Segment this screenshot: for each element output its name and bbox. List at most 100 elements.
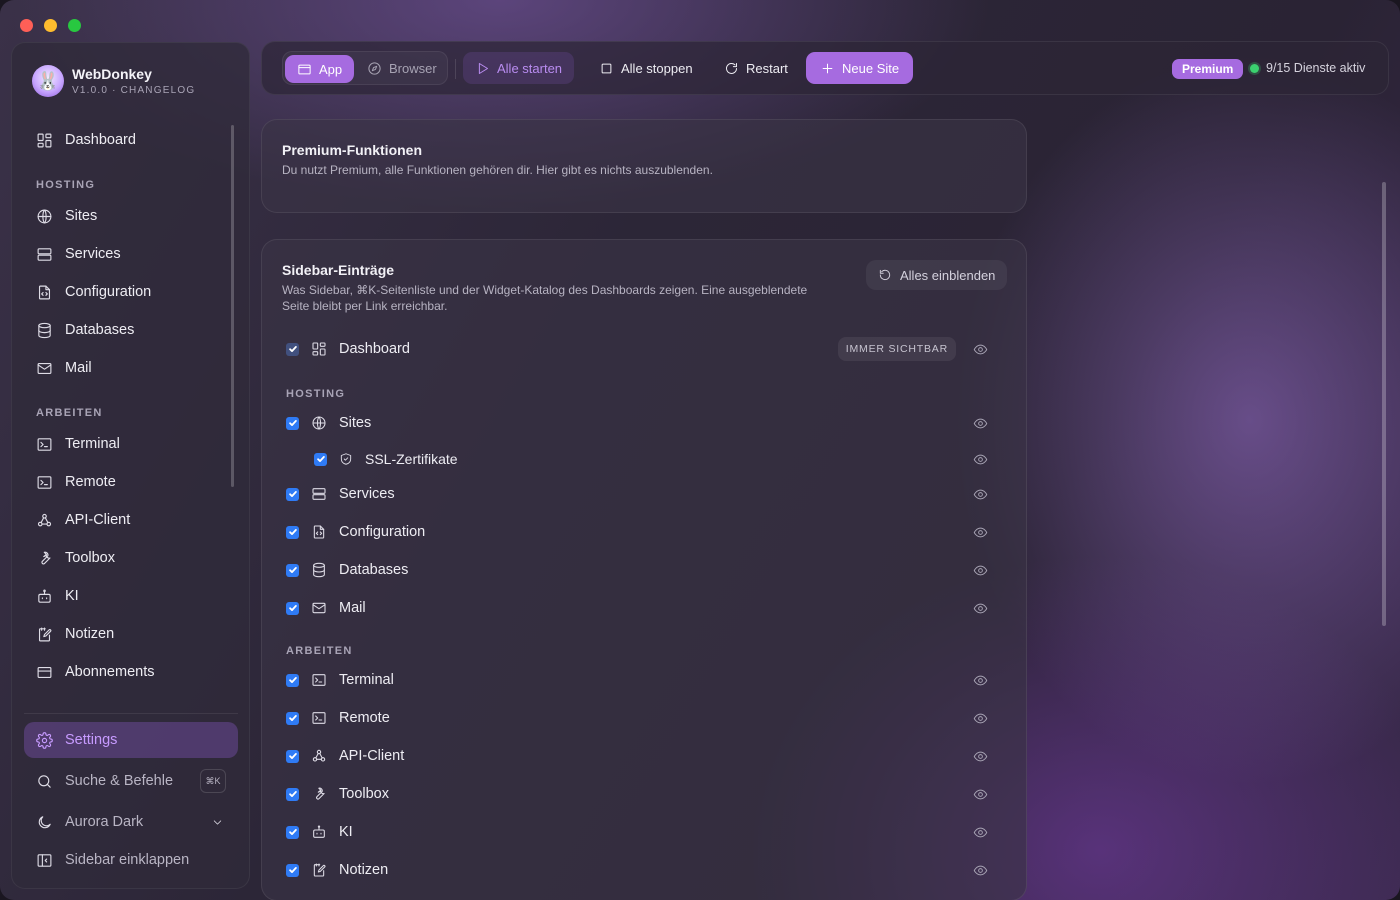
sidebar-item-mail[interactable]: Mail <box>24 351 238 385</box>
checkbox-services[interactable] <box>286 487 299 501</box>
window-icon <box>298 64 311 74</box>
theme-selector[interactable]: Aurora Dark <box>24 805 238 839</box>
checkbox-api-client[interactable] <box>286 749 299 763</box>
sidebar-section-arbeiten: ARBEITEN <box>36 407 103 419</box>
sidebar-item-toolbox[interactable]: Toolbox <box>24 541 238 575</box>
description-line: Was Sidebar, ⌘K-Seitenliste und der Widg… <box>282 283 808 297</box>
sidebar-item-terminal[interactable]: Terminal <box>24 427 238 461</box>
window-controls <box>20 19 81 32</box>
entry-row-services: Services <box>286 479 1006 509</box>
new-site-button[interactable]: Neue Site <box>806 52 914 84</box>
dashboard-icon <box>37 133 52 147</box>
stop-all-button[interactable]: Alle stoppen <box>587 52 705 84</box>
notes-icon <box>311 862 327 878</box>
sidebar-item-ki[interactable]: KI <box>24 579 238 613</box>
checkbox-notizen[interactable] <box>286 863 299 877</box>
checkbox-mail[interactable] <box>286 601 299 615</box>
sidebar: 🐰 WebDonkey V1.0.0 · CHANGELOG Dashboard… <box>11 42 250 889</box>
sidebar-card-title: Sidebar-Einträge <box>282 262 395 278</box>
eye-icon[interactable] <box>973 525 988 540</box>
entry-row-toolbox: Toolbox <box>286 779 1006 809</box>
checkbox-ki[interactable] <box>286 825 299 839</box>
sidebar-section-hosting: HOSTING <box>36 179 96 191</box>
checkbox-terminal[interactable] <box>286 673 299 687</box>
show-all-button[interactable]: Alles einblenden <box>866 260 1008 290</box>
checkbox-databases[interactable] <box>286 563 299 577</box>
entry-row-remote: Remote <box>286 703 1006 733</box>
app-mode-button[interactable]: App <box>285 55 355 83</box>
sidebar-entries-card: Sidebar-Einträge Was Sidebar, ⌘K-Seitenl… <box>261 239 1027 900</box>
webhook-icon <box>311 748 327 764</box>
eye-icon[interactable] <box>973 416 988 431</box>
sidebar-item-label: Mail <box>65 360 92 376</box>
server-icon <box>311 486 327 502</box>
eye-icon[interactable] <box>973 563 988 578</box>
sidebar-item-dashboard[interactable]: Dashboard <box>24 123 238 157</box>
eye-icon[interactable] <box>973 601 988 616</box>
entry-row-ki: KI <box>286 817 1006 847</box>
terminal-icon <box>37 475 52 489</box>
entry-label: Remote <box>339 710 390 726</box>
close-window-button[interactable] <box>20 19 33 32</box>
start-all-button[interactable]: Alle starten <box>463 52 575 84</box>
checkbox-remote[interactable] <box>286 711 299 725</box>
eye-icon[interactable] <box>973 673 988 688</box>
entry-row-terminal: Terminal <box>286 665 1006 695</box>
eye-icon[interactable] <box>973 452 988 467</box>
checkbox-toolbox[interactable] <box>286 787 299 801</box>
notes-icon <box>38 627 52 641</box>
database-icon <box>38 322 51 338</box>
sidebar-item-configuration[interactable]: Configuration <box>24 275 238 309</box>
sidebar-item-remote[interactable]: Remote <box>24 465 238 499</box>
sidebar-item-label: Remote <box>65 474 116 490</box>
bot-icon <box>38 589 51 603</box>
zoom-window-button[interactable] <box>68 19 81 32</box>
sidebar-item-databases[interactable]: Databases <box>24 313 238 347</box>
app-name: WebDonkey <box>72 66 152 82</box>
entry-row-databases: Databases <box>286 555 1006 585</box>
entries-section-hosting: HOSTING <box>286 388 346 400</box>
checkbox-ssl[interactable] <box>314 452 327 466</box>
status-dot-icon <box>1250 63 1259 73</box>
minimize-window-button[interactable] <box>44 19 57 32</box>
terminal-icon <box>311 710 327 726</box>
file-code-icon <box>38 285 51 299</box>
eye-icon[interactable] <box>973 787 988 802</box>
premium-badge[interactable]: Premium <box>1172 59 1244 79</box>
eye-icon[interactable] <box>973 711 988 726</box>
restart-button[interactable]: Restart <box>712 52 800 84</box>
sidebar-collapse-button[interactable]: Sidebar einklappen <box>24 843 238 877</box>
always-visible-badge: IMMER SICHTBAR <box>837 337 956 361</box>
compass-icon <box>368 61 381 75</box>
eye-icon[interactable] <box>973 749 988 764</box>
sidebar-item-api-client[interactable]: API-Client <box>24 503 238 537</box>
sidebar-item-label: Configuration <box>65 284 152 300</box>
sidebar-item-label: Toolbox <box>65 550 115 566</box>
services-status-text: 9/15 Dienste aktiv <box>1266 61 1366 75</box>
sidebar-item-label: Notizen <box>65 626 115 642</box>
sidebar-item-settings[interactable]: Settings <box>24 722 238 758</box>
checkbox-sites[interactable] <box>286 416 299 430</box>
brand[interactable]: 🐰 WebDonkey V1.0.0 · CHANGELOG <box>32 65 195 97</box>
eye-icon[interactable] <box>973 825 988 840</box>
checkbox-dashboard <box>286 342 299 356</box>
sidebar-item-abonnements[interactable]: Abonnements <box>24 655 238 689</box>
entry-row-api-client: API-Client <box>286 741 1006 771</box>
mail-icon <box>311 600 327 616</box>
server-icon <box>37 247 52 261</box>
sidebar-item-sites[interactable]: Sites <box>24 199 238 233</box>
checkbox-configuration[interactable] <box>286 525 299 539</box>
services-status[interactable]: 9/15 Dienste aktiv <box>1250 61 1365 75</box>
sidebar-search-button[interactable]: Suche & Befehle ⌘K <box>24 764 238 798</box>
entry-label: SSL-Zertifikate <box>365 451 458 467</box>
app-version[interactable]: V1.0.0 · CHANGELOG <box>72 85 195 96</box>
restart-label: Restart <box>746 60 788 76</box>
eye-icon[interactable] <box>973 487 988 502</box>
sidebar-scrollbar[interactable] <box>231 125 234 487</box>
sidebar-item-notizen[interactable]: Notizen <box>24 617 238 651</box>
eye-icon[interactable] <box>973 863 988 878</box>
sidebar-item-services[interactable]: Services <box>24 237 238 271</box>
sidebar-item-label: Terminal <box>65 436 120 452</box>
main-scrollbar[interactable] <box>1382 182 1386 626</box>
browser-mode-button[interactable]: Browser <box>355 52 449 84</box>
